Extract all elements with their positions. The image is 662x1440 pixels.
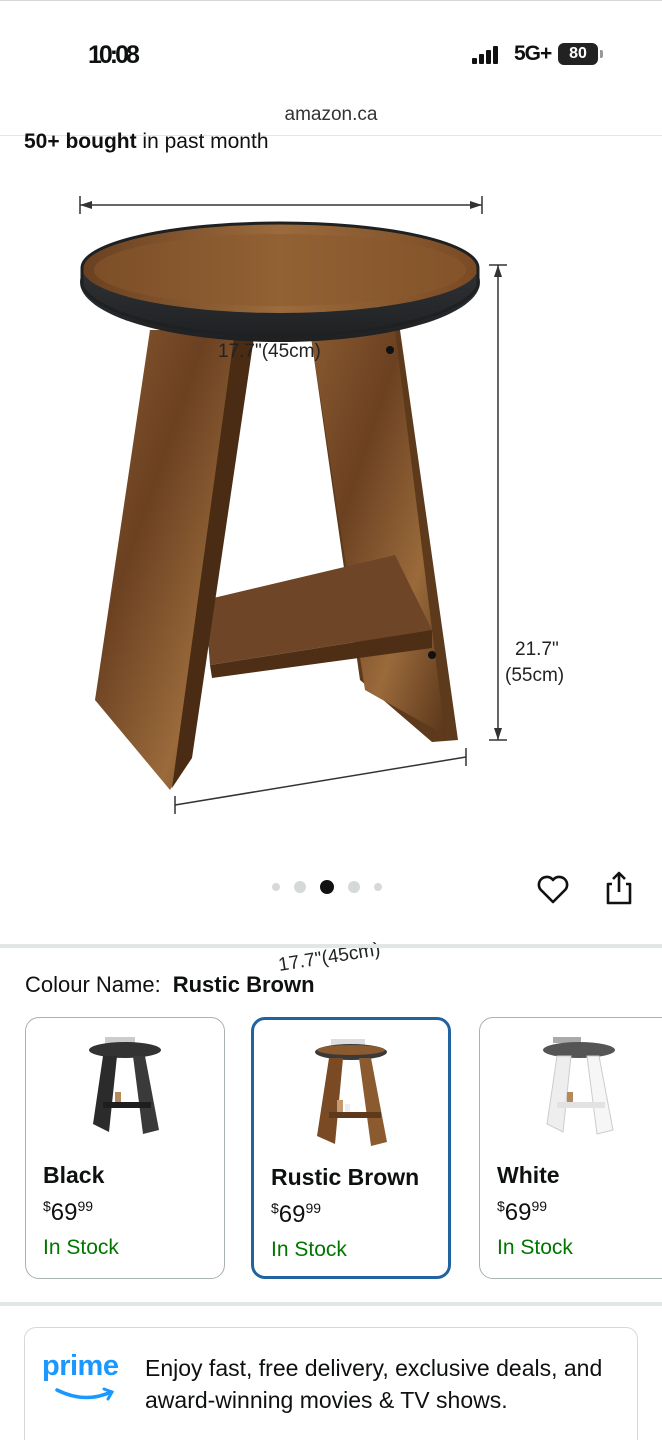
signal-icon xyxy=(472,44,498,64)
carousel-dots xyxy=(272,880,382,894)
product-image[interactable]: 17.7"(45cm) 21.7" (55cm) 17.7"(45cm) xyxy=(0,165,662,976)
colour-name-value: Rustic Brown xyxy=(172,972,315,997)
heart-icon[interactable] xyxy=(536,872,570,906)
swatch-stock: In Stock xyxy=(497,1236,573,1259)
table-thumbnail-image xyxy=(89,1037,161,1134)
prime-logo: prime xyxy=(42,1350,119,1382)
swatch-price: $6999 xyxy=(271,1200,322,1228)
status-time: 10:08 xyxy=(88,41,140,69)
dimension-height-cm: (55cm) xyxy=(505,665,565,686)
carousel-dot[interactable] xyxy=(320,880,334,894)
bought-count-rest: in past month xyxy=(136,130,269,153)
swatch-price: $6999 xyxy=(43,1198,94,1226)
dimension-top-width: 17.7"(45cm) xyxy=(218,341,321,362)
side-table-illustration xyxy=(79,196,507,814)
dimension-height-in: 21.7" xyxy=(515,639,559,660)
swatch-name: Black xyxy=(43,1162,105,1188)
swatch-price: $6999 xyxy=(497,1198,548,1226)
prime-smile-icon xyxy=(55,1387,115,1401)
bought-count-bold: 50+ bought xyxy=(24,130,137,153)
swatch-stock: In Stock xyxy=(43,1236,119,1259)
network-type: 5G+ xyxy=(514,42,552,65)
table-thumbnail-image xyxy=(543,1037,615,1135)
carousel-dot[interactable] xyxy=(272,883,280,891)
colour-name-row: Colour Name: Rustic Brown xyxy=(25,972,315,998)
table-thumbnail-image xyxy=(315,1039,387,1146)
swatch-name: White xyxy=(497,1162,560,1188)
url-text: amazon.ca xyxy=(284,104,378,125)
battery-icon: 80 xyxy=(558,43,603,65)
section-divider xyxy=(0,1302,662,1306)
swatch-white[interactable]: White $6999 In Stock xyxy=(479,1017,662,1279)
swatch-rustic-brown[interactable]: Rustic Brown $6999 In Stock xyxy=(251,1017,451,1279)
swatch-stock: In Stock xyxy=(271,1238,347,1261)
carousel-dot[interactable] xyxy=(374,883,382,891)
status-bar: 10:08 5G+ 80 xyxy=(0,0,662,100)
colour-name-label: Colour Name: xyxy=(25,972,161,997)
swatch-name: Rustic Brown xyxy=(271,1164,420,1190)
carousel-dot[interactable] xyxy=(294,881,306,893)
section-divider xyxy=(0,944,662,948)
carousel-dot[interactable] xyxy=(348,881,360,893)
swatch-black[interactable]: Black $6999 In Stock xyxy=(25,1017,225,1279)
share-icon[interactable] xyxy=(603,870,635,906)
bought-count: 50+ bought in past month xyxy=(24,130,269,154)
prime-promo-text: Enjoy fast, free delivery, exclusive dea… xyxy=(145,1355,603,1413)
prime-promo-card[interactable]: prime Enjoy fast, free delivery, exclusi… xyxy=(24,1327,638,1440)
